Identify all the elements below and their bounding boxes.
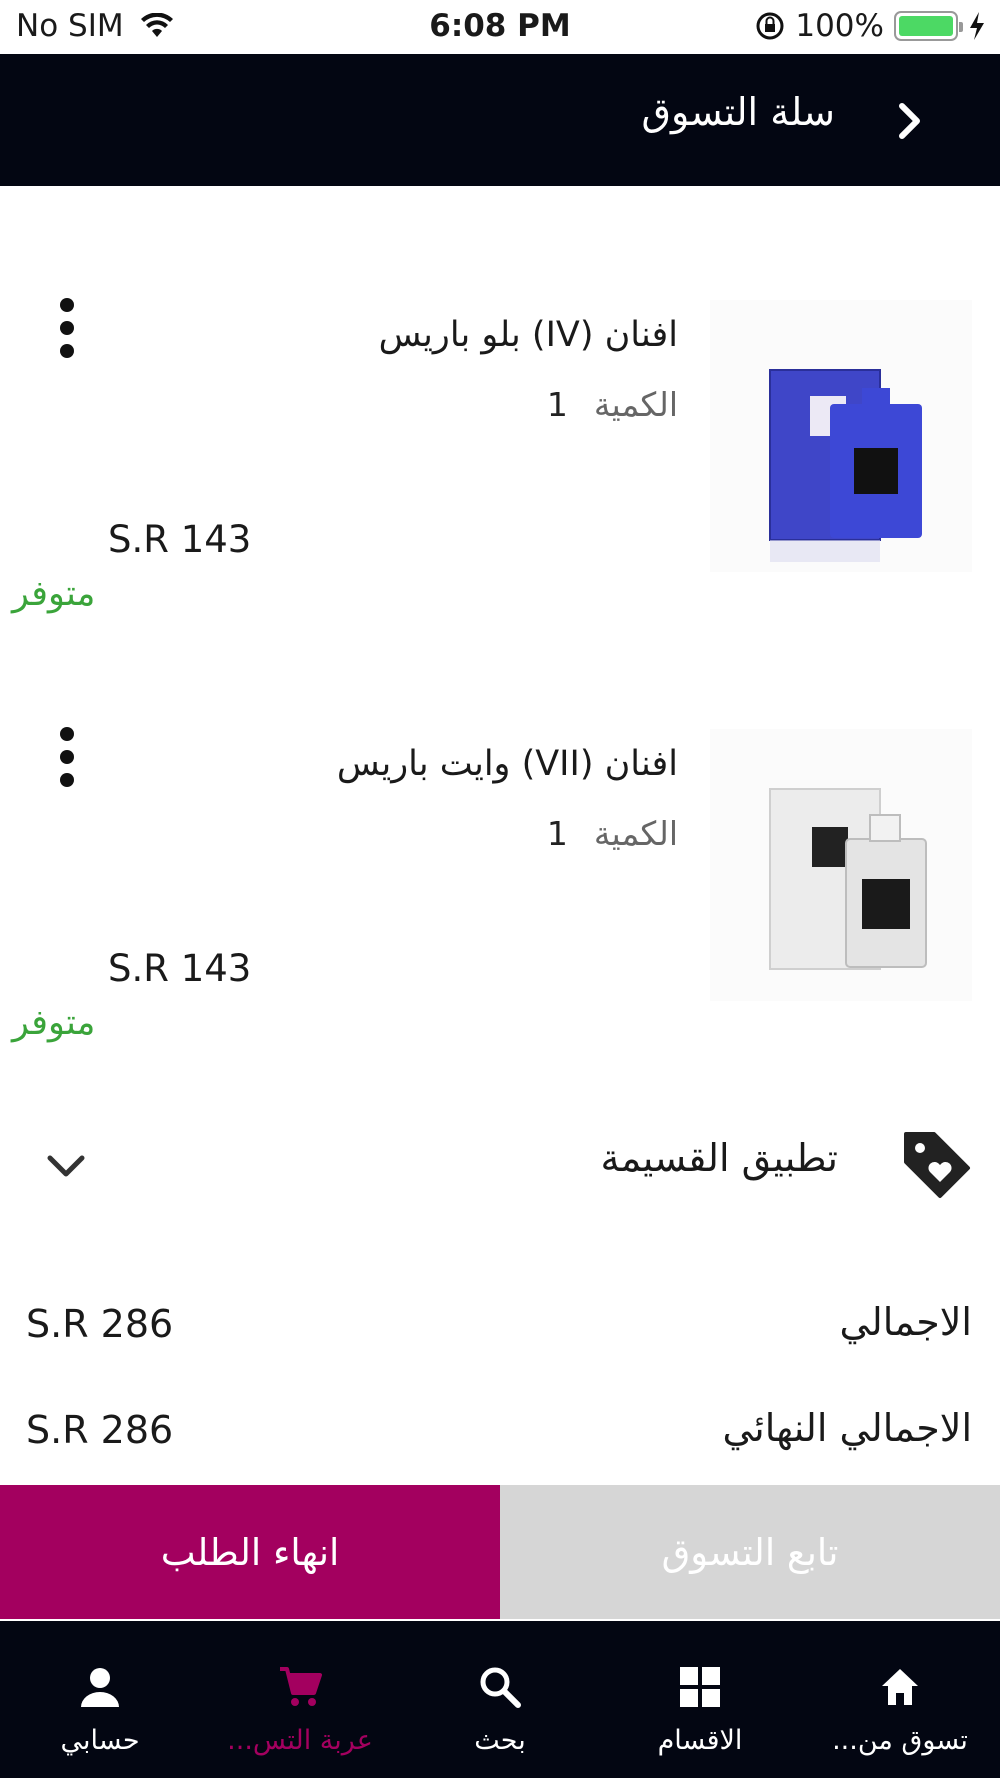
product-price: S.R 143 xyxy=(108,518,252,561)
tab-label: حسابي xyxy=(60,1725,140,1756)
continue-shopping-button[interactable]: تابع التسوق xyxy=(500,1485,1000,1619)
subtotal-value: S.R 286 xyxy=(26,1302,174,1346)
subtotal-row: الاجمالي S.R 286 xyxy=(0,1300,1000,1360)
checkout-button[interactable]: انهاء الطلب xyxy=(0,1485,500,1619)
tab-label: الاقسام xyxy=(657,1725,743,1756)
cart-icon xyxy=(280,1667,322,1706)
quantity-value: 1 xyxy=(546,814,568,853)
final-total-value: S.R 286 xyxy=(26,1408,174,1452)
home-icon xyxy=(882,1669,918,1705)
person-icon xyxy=(81,1668,119,1707)
product-price: S.R 143 xyxy=(108,947,252,990)
chevron-down-icon[interactable] xyxy=(42,1142,90,1190)
tab-categories[interactable]: الاقسام xyxy=(600,1621,800,1778)
battery-percent: 100% xyxy=(795,8,884,44)
tab-search[interactable]: بحث xyxy=(400,1621,600,1778)
stock-status: متوفر xyxy=(12,574,96,614)
final-total-label: الاجمالي النهائي xyxy=(722,1406,972,1450)
page-title: سلة التسوق xyxy=(641,90,836,134)
apply-coupon-row[interactable]: تطبيق القسيمة xyxy=(0,1110,1000,1210)
product-image[interactable] xyxy=(710,300,972,572)
product-name[interactable]: افنان (VII) وايت باريس xyxy=(337,744,678,784)
charging-icon xyxy=(970,12,984,40)
more-options-icon[interactable] xyxy=(52,298,82,358)
more-options-icon[interactable] xyxy=(52,727,82,787)
tab-label: بحث xyxy=(474,1725,526,1756)
grid-icon xyxy=(680,1667,720,1707)
tab-bar: تسوق من... الاقسام بحث عربة التس... حساب… xyxy=(0,1621,1000,1778)
product-name[interactable]: افنان (IV) بلو باريس xyxy=(379,315,678,355)
battery-icon xyxy=(894,11,963,41)
search-icon xyxy=(480,1667,521,1708)
subtotal-label: الاجمالي xyxy=(839,1300,972,1344)
quantity-row: الكمية 1 xyxy=(547,814,678,853)
final-total-row: الاجمالي النهائي S.R 286 xyxy=(0,1406,1000,1466)
status-bar: No SIM 6:08 PM 100% xyxy=(0,0,1000,54)
quantity-label: الكمية xyxy=(593,385,678,424)
tab-cart[interactable]: عربة التس... xyxy=(200,1621,400,1778)
stock-status: متوفر xyxy=(12,1003,96,1043)
tab-account[interactable]: حسابي xyxy=(0,1621,200,1778)
product-image[interactable] xyxy=(710,729,972,1001)
tab-label: تسوق من... xyxy=(832,1725,968,1756)
back-chevron-icon[interactable] xyxy=(884,96,934,146)
cart-item[interactable]: افنان (IV) بلو باريس الكمية 1 S.R 143 مت… xyxy=(0,290,1000,650)
tab-home[interactable]: تسوق من... xyxy=(800,1621,1000,1778)
quantity-row: الكمية 1 xyxy=(547,385,678,424)
quantity-label: الكمية xyxy=(593,814,678,853)
tab-label: عربة التس... xyxy=(227,1725,373,1756)
nav-header: سلة التسوق xyxy=(0,54,1000,186)
coupon-label: تطبيق القسيمة xyxy=(600,1136,838,1180)
tag-heart-icon xyxy=(904,1132,970,1198)
quantity-value: 1 xyxy=(546,385,568,424)
status-right: 100% xyxy=(755,8,986,44)
cart-item[interactable]: افنان (VII) وايت باريس الكمية 1 S.R 143 … xyxy=(0,719,1000,1079)
rotation-lock-icon xyxy=(756,12,784,40)
